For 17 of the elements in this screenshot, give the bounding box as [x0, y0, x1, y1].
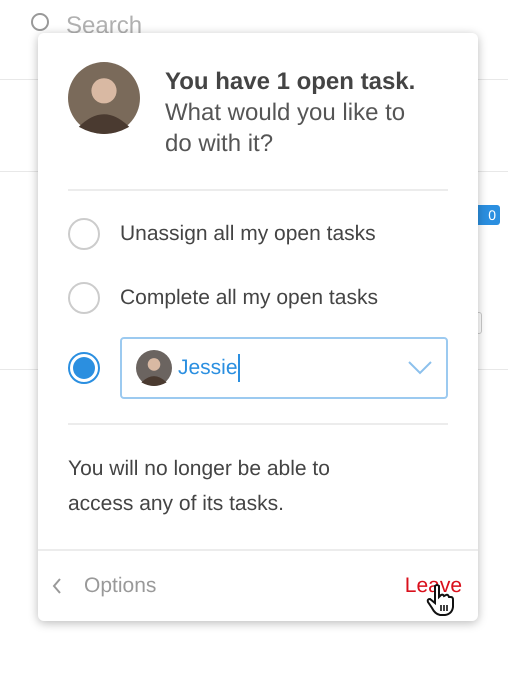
search-icon: [30, 12, 52, 34]
chevron-left-icon: [52, 578, 62, 594]
radio-button[interactable]: [68, 218, 100, 250]
dialog-heading: You have 1 open task.: [165, 67, 416, 97]
options-back-button[interactable]: Options: [52, 574, 156, 598]
chevron-down-icon: [408, 361, 432, 375]
search-field[interactable]: Search: [66, 12, 156, 40]
option-label[interactable]: Unassign all my open tasks: [120, 222, 376, 246]
text-caret: [238, 354, 240, 382]
radio-button[interactable]: [68, 282, 100, 314]
avatar: [68, 62, 140, 134]
dialog-question: What would you like to do with it?: [165, 98, 406, 159]
warning-text: You will no longer be able to access any of its tasks.: [68, 456, 331, 517]
option-label[interactable]: Complete all my open tasks: [120, 286, 378, 310]
avatar: [136, 350, 172, 386]
radio-button[interactable]: [68, 352, 100, 384]
assignee-dropdown[interactable]: Jessie: [120, 337, 448, 399]
